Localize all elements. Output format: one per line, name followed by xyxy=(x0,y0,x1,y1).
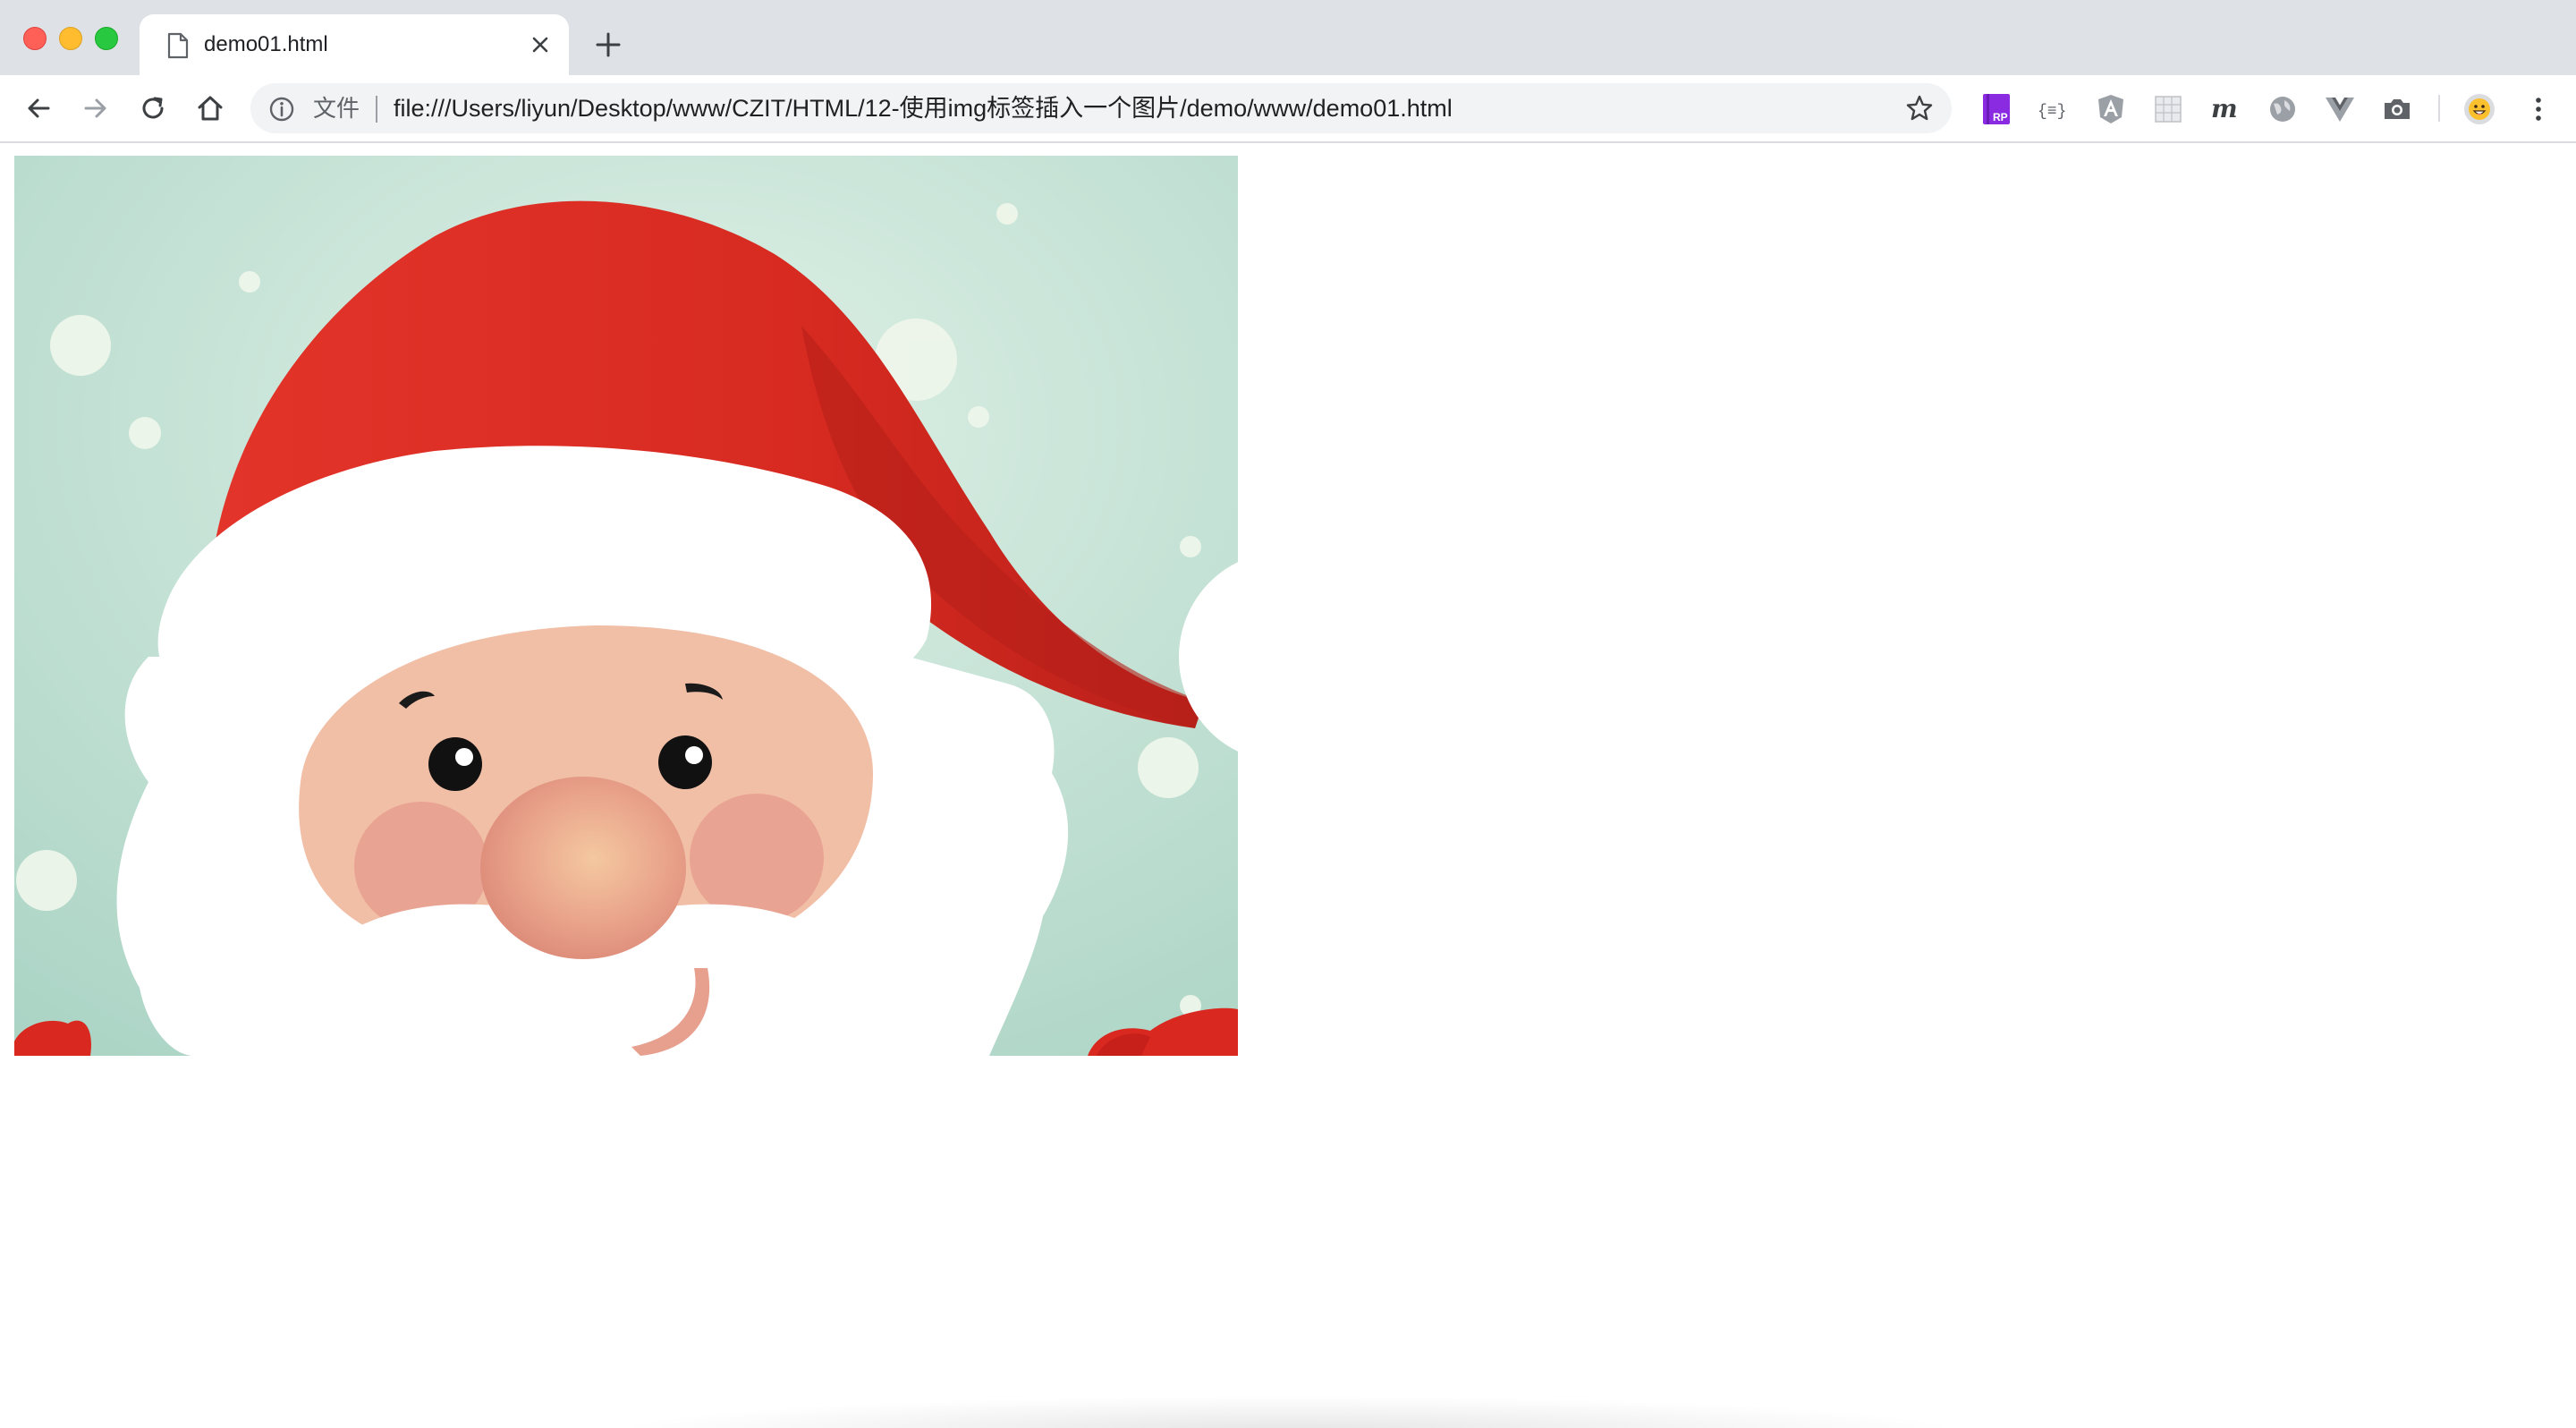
close-window-button[interactable] xyxy=(23,27,47,50)
tab-title: demo01.html xyxy=(204,32,328,56)
star-icon[interactable] xyxy=(1905,94,1934,123)
tab-demo01[interactable]: demo01.html xyxy=(140,14,569,75)
plus-icon[interactable] xyxy=(592,29,624,61)
reload-icon[interactable] xyxy=(136,91,170,125)
vue-extension-icon[interactable] xyxy=(2322,91,2358,127)
browser-toolbar: 文件 file:///Users/liyun/Desktop/www/CZIT/… xyxy=(0,75,2576,143)
address-bar[interactable]: 文件 file:///Users/liyun/Desktop/www/CZIT/… xyxy=(250,83,1952,133)
tab-strip: demo01.html xyxy=(0,0,2576,75)
info-icon[interactable] xyxy=(268,96,295,123)
maximize-window-button[interactable] xyxy=(95,27,118,50)
svg-text:m: m xyxy=(2211,94,2238,123)
santa-claus-image xyxy=(14,156,1238,1056)
profile-avatar-icon[interactable] xyxy=(2462,91,2497,127)
page-content xyxy=(0,143,2576,1428)
grid-extension-icon[interactable] xyxy=(2150,91,2186,127)
json-formatter-extension-icon[interactable]: {≡} xyxy=(2036,91,2072,127)
minimize-window-button[interactable] xyxy=(59,27,82,50)
arrow-left-icon[interactable] xyxy=(21,91,55,125)
window-bottom-shadow xyxy=(608,1396,1968,1428)
home-icon[interactable] xyxy=(193,91,227,125)
m-extension-icon[interactable]: m xyxy=(2207,91,2243,127)
arrow-right-icon[interactable] xyxy=(79,91,113,125)
svg-text:RP: RP xyxy=(1993,111,2008,123)
page-icon xyxy=(167,32,189,59)
close-icon[interactable] xyxy=(526,30,555,59)
svg-text:{≡}: {≡} xyxy=(2038,103,2066,121)
kebab-menu-icon[interactable] xyxy=(2521,91,2556,127)
extension-separator xyxy=(2438,95,2440,122)
angular-extension-icon[interactable] xyxy=(2093,91,2129,127)
browser-window: demo01.html 文件 file:///Users/liyun/Deskt… xyxy=(0,0,2576,1428)
camera-extension-icon[interactable] xyxy=(2379,91,2415,127)
axure-rp-extension-icon[interactable]: RP xyxy=(1979,91,2014,127)
globe-extension-icon[interactable] xyxy=(2265,91,2301,127)
omnibox-divider xyxy=(376,96,377,123)
security-label: 文件 xyxy=(313,95,360,122)
url-text[interactable]: file:///Users/liyun/Desktop/www/CZIT/HTM… xyxy=(394,93,1453,123)
